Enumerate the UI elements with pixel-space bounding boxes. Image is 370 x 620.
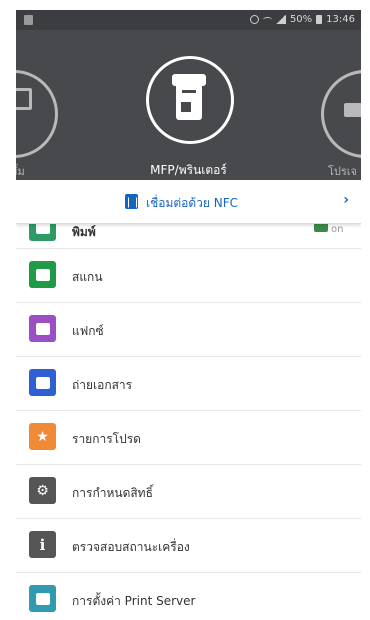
on-badge-icon (314, 224, 328, 232)
function-list: พิมพ์ on สแกน แฟกซ์ ถ่ายเอกสาร ★ รายการโ… (16, 224, 361, 620)
wifi-icon (262, 16, 272, 23)
signal-icon (275, 15, 286, 24)
list-item-favorites[interactable]: ★ รายการโปรด (16, 411, 361, 465)
nfc-connect-label: เชื่อมต่อด้วย NFC (146, 196, 238, 210)
device-projector-label: โปรเจ (328, 165, 358, 178)
app-screen: 50% 13:46 ขั้ม MFP/พรินเตอร์ โปรเจ เชื่อ… (16, 10, 361, 620)
nfc-icon (125, 194, 138, 209)
list-item-label: การกำหนดสิทธิ์ (72, 486, 153, 500)
fax-icon (29, 315, 56, 342)
star-icon: ★ (29, 423, 56, 450)
nfc-connect-bar[interactable]: เชื่อมต่อด้วย NFC › (16, 180, 361, 224)
list-item-label: แฟกซ์ (72, 324, 104, 338)
list-item-label: ตรวจสอบสถานะเครื่อง (72, 540, 190, 554)
copy-icon (29, 369, 56, 396)
notification-icon (24, 15, 33, 25)
list-item-label: รายการโปรด (72, 432, 141, 446)
scan-icon (29, 261, 56, 288)
projector-icon (344, 103, 361, 117)
clock: 13:46 (326, 14, 355, 25)
alarm-icon (249, 15, 259, 24)
list-item-label: พิมพ์ (72, 225, 96, 239)
device-mfp-label: MFP/พรินเตอร์ (150, 163, 227, 177)
list-item-print[interactable]: พิมพ์ on (16, 224, 361, 249)
print-icon (29, 224, 56, 241)
device-photo-button[interactable] (16, 70, 58, 158)
on-status: on (331, 224, 344, 235)
list-item-label: การตั้งค่า Print Server (72, 594, 196, 608)
list-item-fax[interactable]: แฟกซ์ (16, 303, 361, 357)
battery-icon (316, 15, 323, 24)
list-item-print-server[interactable]: การตั้งค่า Print Server (16, 573, 361, 620)
picture-icon (16, 88, 32, 110)
device-carousel[interactable]: ขั้ม MFP/พรินเตอร์ โปรเจ (16, 30, 361, 180)
list-item-scan[interactable]: สแกน (16, 249, 361, 303)
gear-icon: ⚙ (29, 477, 56, 504)
list-item-label: สแกน (72, 270, 103, 284)
print-server-icon (29, 585, 56, 612)
chevron-right-icon: › (343, 192, 349, 208)
battery-percent: 50% (289, 14, 313, 25)
list-item-device-status[interactable]: i ตรวจสอบสถานะเครื่อง (16, 519, 361, 573)
status-bar: 50% 13:46 (16, 10, 361, 30)
list-item-copy[interactable]: ถ่ายเอกสาร (16, 357, 361, 411)
list-item-label: ถ่ายเอกสาร (72, 378, 133, 392)
list-item-permissions[interactable]: ⚙ การกำหนดสิทธิ์ (16, 465, 361, 519)
info-icon: i (29, 531, 56, 558)
